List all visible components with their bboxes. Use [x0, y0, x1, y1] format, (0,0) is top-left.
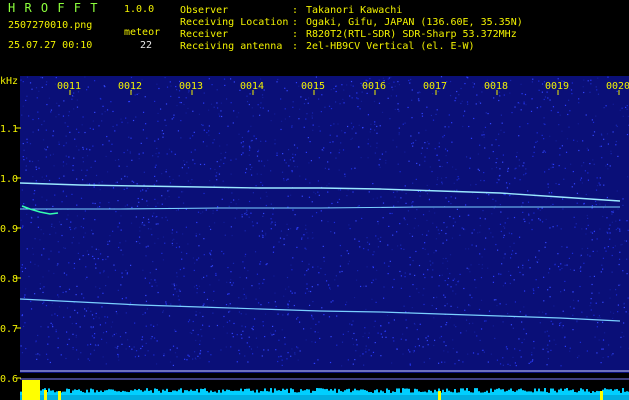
x-tick-label: 0015: [301, 81, 325, 92]
receiver-value: R820T2(RTL-SDR) SDR-Sharp 53.372MHz: [306, 29, 517, 40]
x-tick-label: 0018: [484, 81, 508, 92]
x-tick-label: 0011: [57, 81, 81, 92]
bottom-spectrum: [20, 380, 629, 400]
antenna-sep: :: [292, 41, 299, 52]
y-tick-label: 0.6: [0, 374, 18, 385]
x-tick-label: 0020: [606, 81, 629, 92]
location-value: Ogaki, Gifu, JAPAN (136.60E, 35.35N): [306, 17, 523, 28]
y-tick-label: 1.0: [0, 174, 18, 185]
file-name: 2507270010.png: [8, 20, 93, 31]
spectrogram-background: [20, 76, 629, 373]
header-panel: H R O F F T 1.0.0 2507270010.png 25.07.2…: [0, 0, 629, 76]
meteor-count: 22: [140, 40, 153, 51]
x-tick-label: 0013: [179, 81, 203, 92]
meteor-label: meteor: [124, 27, 161, 38]
antenna-key: Receiving antenna: [180, 41, 283, 52]
location-sep: :: [292, 17, 299, 28]
receiver-key: Receiver: [180, 29, 229, 40]
observer-key: Observer: [180, 5, 229, 16]
observer-value: Takanori Kawachi: [306, 5, 403, 16]
spectrogram-plot: kHz 1.1 1.0 0.9 0.8 0.7 0.6 0011 0012 0013 0014 0…: [0, 76, 629, 400]
antenna-value: 2el-HB9CV Vertical (el. E-W): [306, 41, 475, 52]
x-tick-label: 0012: [118, 81, 142, 92]
y-tick-label: 0.7: [0, 324, 18, 335]
app-title: H R O F F T: [8, 1, 99, 15]
file-datetime: 25.07.27 00:10: [8, 40, 93, 51]
y-tick-label: 0.9: [0, 224, 18, 235]
y-axis-ticks: 1.1 1.0 0.9 0.8 0.7 0.6: [0, 124, 21, 385]
axis-unit-label: kHz: [0, 76, 18, 87]
x-tick-label: 0014: [240, 81, 264, 92]
observer-sep: :: [292, 5, 299, 16]
x-tick-label: 0019: [545, 81, 569, 92]
x-tick-label: 0016: [362, 81, 386, 92]
y-tick-label: 0.8: [0, 274, 18, 285]
x-tick-label: 0017: [423, 81, 447, 92]
location-key: Receiving Location: [180, 17, 289, 28]
y-tick-label: 1.1: [0, 124, 18, 135]
receiver-sep: :: [292, 29, 299, 40]
app-version: 1.0.0: [124, 4, 155, 15]
